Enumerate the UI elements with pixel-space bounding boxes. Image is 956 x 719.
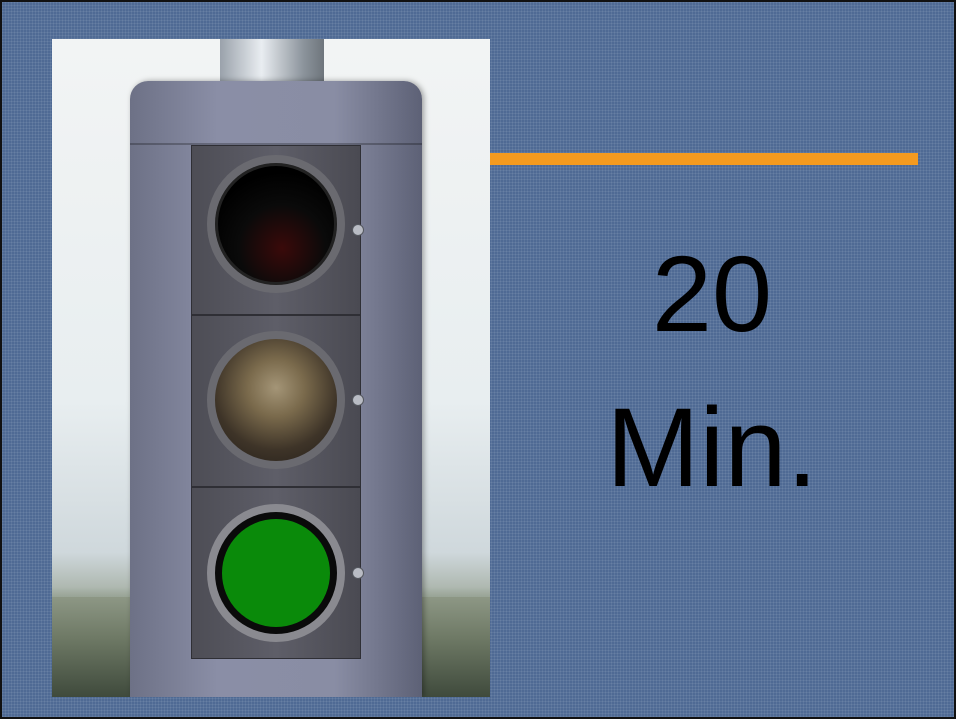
traffic-light-photo bbox=[52, 39, 490, 697]
bolt-icon bbox=[352, 224, 364, 236]
pole-mount bbox=[220, 39, 324, 81]
amber-light-icon bbox=[207, 331, 345, 469]
green-light-icon bbox=[207, 504, 345, 642]
red-light-icon bbox=[207, 155, 345, 293]
accent-bar bbox=[490, 153, 918, 165]
slide: 20 Min. bbox=[0, 0, 956, 719]
minutes-number: 20 bbox=[651, 233, 773, 354]
minutes-unit: Min. bbox=[606, 385, 818, 510]
bolt-icon bbox=[352, 567, 364, 579]
bolt-icon bbox=[352, 394, 364, 406]
green-light-glow bbox=[222, 519, 330, 627]
